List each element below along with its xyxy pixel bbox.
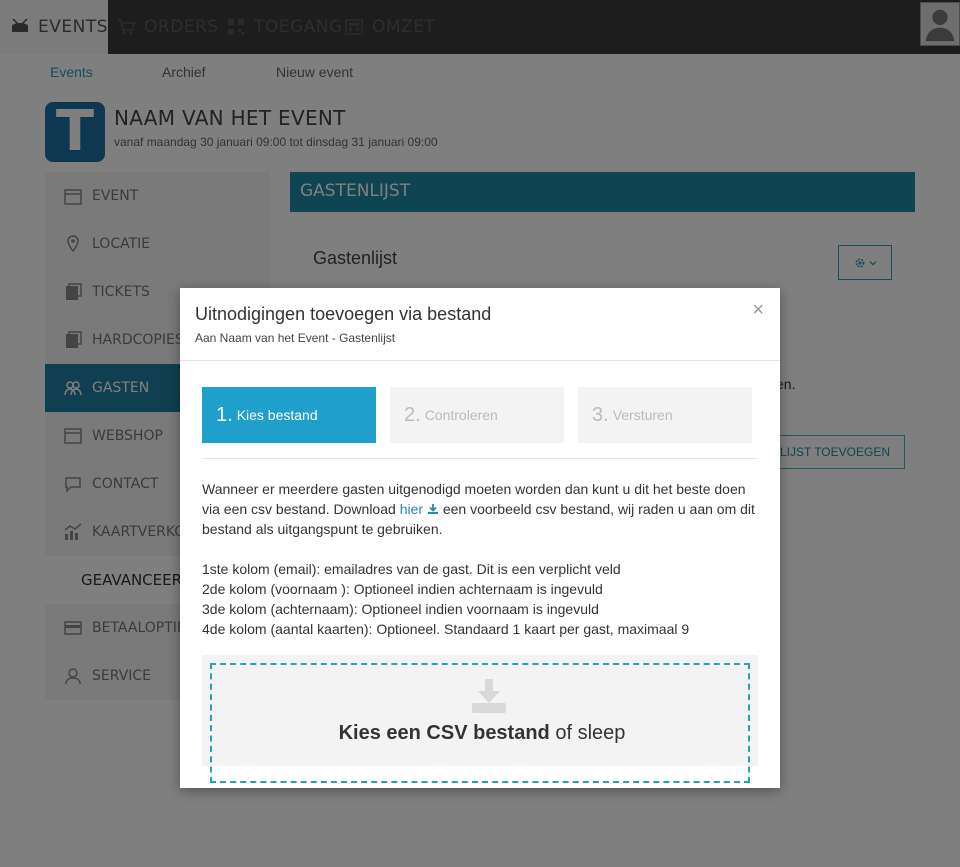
step-label: Versturen <box>612 407 673 423</box>
instructions-text: Wanneer er meerdere gasten uitgenodigd m… <box>202 479 762 539</box>
column-line: 3de kolom (achternaam): Optioneel indien… <box>202 601 599 617</box>
column-descriptions: 1ste kolom (email): emailadres van de ga… <box>202 559 762 639</box>
step-controleren[interactable]: 2. Controleren <box>390 387 564 443</box>
download-link-label: hier <box>399 501 424 517</box>
divider <box>202 458 758 459</box>
download-icon <box>427 504 438 514</box>
step-number: 3. <box>592 403 609 426</box>
column-line: 2de kolom (voornaam ): Optioneel indien … <box>202 581 603 597</box>
modal-header: Uitnodigingen toevoegen via bestand Aan … <box>180 288 780 361</box>
dropzone-label: Kies een CSV bestand of sleep <box>212 722 752 745</box>
step-label: Controleren <box>424 407 498 423</box>
step-kies-bestand[interactable]: 1. Kies bestand <box>202 387 376 443</box>
step-versturen[interactable]: 3. Versturen <box>578 387 752 443</box>
close-button[interactable]: × <box>752 300 764 320</box>
csv-dropzone[interactable]: Kies een CSV bestand of sleep <box>210 663 750 783</box>
dropzone-bold: Kies een CSV bestand <box>338 722 550 744</box>
step-number: 2. <box>404 403 421 426</box>
column-line: 4de kolom (aantal kaarten): Optioneel. S… <box>202 621 690 637</box>
modal-title: Uitnodigingen toevoegen via bestand <box>195 304 492 324</box>
download-example-link[interactable]: hier <box>400 501 439 517</box>
step-label: Kies bestand <box>236 407 318 423</box>
step-number: 1. <box>216 403 233 426</box>
column-line: 1ste kolom (email): emailadres van de ga… <box>202 561 621 577</box>
upload-icon <box>472 679 506 713</box>
dropzone-rest: of sleep <box>555 722 626 744</box>
modal-subtitle: Aan Naam van het Event - Gastenlijst <box>195 331 396 345</box>
wizard-steps: 1. Kies bestand 2. Controleren 3. Verstu… <box>202 387 758 443</box>
upload-modal: Uitnodigingen toevoegen via bestand Aan … <box>180 288 780 788</box>
dropzone-area: Kies een CSV bestand of sleep <box>202 655 758 783</box>
